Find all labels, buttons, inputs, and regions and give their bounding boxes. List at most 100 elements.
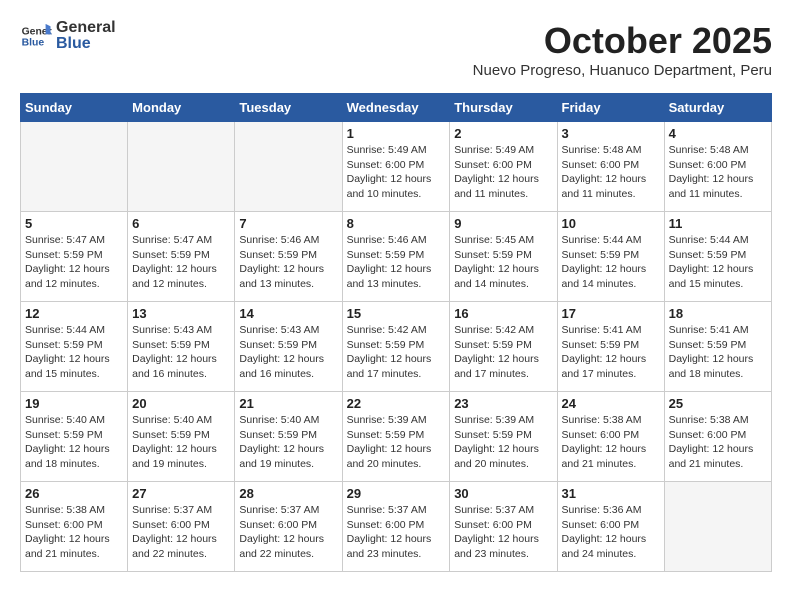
day-number: 5 xyxy=(25,216,123,231)
day-info: Sunrise: 5:36 AMSunset: 6:00 PMDaylight:… xyxy=(562,503,660,562)
calendar-cell: 22 Sunrise: 5:39 AMSunset: 5:59 PMDayligh… xyxy=(342,392,450,482)
calendar-cell xyxy=(235,122,342,212)
day-info: Sunrise: 5:37 AMSunset: 6:00 PMDaylight:… xyxy=(454,503,552,562)
day-number: 29 xyxy=(347,486,446,501)
calendar-cell xyxy=(128,122,235,212)
calendar-cell: 25Sunrise: 5:38 AMSunset: 6:00 PMDayligh… xyxy=(664,392,771,482)
day-number: 2 xyxy=(454,126,552,141)
calendar-cell: 23 Sunrise: 5:39 AMSunset: 5:59 PMDayligh… xyxy=(450,392,557,482)
calendar-cell: 28 Sunrise: 5:37 AMSunset: 6:00 PMDayligh… xyxy=(235,482,342,572)
day-info: Sunrise: 5:49 AMSunset: 6:00 PMDaylight:… xyxy=(454,143,552,202)
weekday-header-sunday: Sunday xyxy=(21,94,128,122)
day-number: 16 xyxy=(454,306,552,321)
day-info: Sunrise: 5:41 AMSunset: 5:59 PMDaylight:… xyxy=(562,323,660,382)
calendar-cell: 12 Sunrise: 5:44 AMSunset: 5:59 PMDayligh… xyxy=(21,302,128,392)
calendar-cell: 29 Sunrise: 5:37 AMSunset: 6:00 PMDayligh… xyxy=(342,482,450,572)
day-number: 28 xyxy=(239,486,337,501)
day-info: Sunrise: 5:39 AMSunset: 5:59 PMDaylight:… xyxy=(454,413,552,472)
calendar-cell: 10 Sunrise: 5:44 AMSunset: 5:59 PMDayligh… xyxy=(557,212,664,302)
month-title: October 2025 xyxy=(473,20,772,62)
day-number: 12 xyxy=(25,306,123,321)
day-number: 26 xyxy=(25,486,123,501)
calendar-cell: 21 Sunrise: 5:40 AMSunset: 5:59 PMDayligh… xyxy=(235,392,342,482)
calendar-cell: 2 Sunrise: 5:49 AMSunset: 6:00 PMDaylight… xyxy=(450,122,557,212)
day-number: 22 xyxy=(347,396,446,411)
calendar-cell xyxy=(21,122,128,212)
day-info: Sunrise: 5:48 AMSunset: 6:00 PMDaylight:… xyxy=(669,143,767,202)
logo-icon: General Blue xyxy=(20,20,52,52)
calendar-cell: 4 Sunrise: 5:48 AMSunset: 6:00 PMDaylight… xyxy=(664,122,771,212)
svg-text:Blue: Blue xyxy=(22,38,45,49)
week-row-1: 1 Sunrise: 5:49 AMSunset: 6:00 PMDaylight… xyxy=(21,122,772,212)
calendar-cell: 18 Sunrise: 5:41 AMSunset: 5:59 PMDayligh… xyxy=(664,302,771,392)
day-number: 23 xyxy=(454,396,552,411)
day-info: Sunrise: 5:41 AMSunset: 5:59 PMDaylight:… xyxy=(669,323,767,382)
day-info: Sunrise: 5:46 AMSunset: 5:59 PMDaylight:… xyxy=(239,233,337,292)
day-number: 31 xyxy=(562,486,660,501)
calendar-cell: 15Sunrise: 5:42 AMSunset: 5:59 PMDayligh… xyxy=(342,302,450,392)
day-info: Sunrise: 5:38 AMSunset: 6:00 PMDaylight:… xyxy=(669,413,767,472)
calendar-cell: 24Sunrise: 5:38 AMSunset: 6:00 PMDayligh… xyxy=(557,392,664,482)
day-number: 7 xyxy=(239,216,337,231)
day-info: Sunrise: 5:46 AMSunset: 5:59 PMDaylight:… xyxy=(347,233,446,292)
day-number: 21 xyxy=(239,396,337,411)
day-info: Sunrise: 5:38 AMSunset: 6:00 PMDaylight:… xyxy=(25,503,123,562)
week-row-5: 26 Sunrise: 5:38 AMSunset: 6:00 PMDayligh… xyxy=(21,482,772,572)
day-info: Sunrise: 5:44 AMSunset: 5:59 PMDaylight:… xyxy=(25,323,123,382)
day-number: 27 xyxy=(132,486,230,501)
day-info: Sunrise: 5:40 AMSunset: 5:59 PMDaylight:… xyxy=(25,413,123,472)
day-number: 4 xyxy=(669,126,767,141)
day-info: Sunrise: 5:44 AMSunset: 5:59 PMDaylight:… xyxy=(562,233,660,292)
day-number: 20 xyxy=(132,396,230,411)
calendar-cell: 1 Sunrise: 5:49 AMSunset: 6:00 PMDaylight… xyxy=(342,122,450,212)
day-number: 13 xyxy=(132,306,230,321)
day-info: Sunrise: 5:40 AMSunset: 5:59 PMDaylight:… xyxy=(132,413,230,472)
day-info: Sunrise: 5:43 AMSunset: 5:59 PMDaylight:… xyxy=(239,323,337,382)
day-info: Sunrise: 5:39 AMSunset: 5:59 PMDaylight:… xyxy=(347,413,446,472)
calendar-cell xyxy=(664,482,771,572)
day-number: 14 xyxy=(239,306,337,321)
day-info: Sunrise: 5:40 AMSunset: 5:59 PMDaylight:… xyxy=(239,413,337,472)
day-info: Sunrise: 5:49 AMSunset: 6:00 PMDaylight:… xyxy=(347,143,446,202)
logo-general-text: General xyxy=(56,20,116,36)
day-info: Sunrise: 5:37 AMSunset: 6:00 PMDaylight:… xyxy=(347,503,446,562)
weekday-header-tuesday: Tuesday xyxy=(235,94,342,122)
day-number: 18 xyxy=(669,306,767,321)
calendar-cell: 3Sunrise: 5:48 AMSunset: 6:00 PMDaylight… xyxy=(557,122,664,212)
day-info: Sunrise: 5:37 AMSunset: 6:00 PMDaylight:… xyxy=(132,503,230,562)
weekday-header-friday: Friday xyxy=(557,94,664,122)
day-info: Sunrise: 5:43 AMSunset: 5:59 PMDaylight:… xyxy=(132,323,230,382)
day-number: 8 xyxy=(347,216,446,231)
day-info: Sunrise: 5:48 AMSunset: 6:00 PMDaylight:… xyxy=(562,143,660,202)
day-number: 1 xyxy=(347,126,446,141)
calendar: SundayMondayTuesdayWednesdayThursdayFrid… xyxy=(20,93,772,572)
calendar-cell: 17Sunrise: 5:41 AMSunset: 5:59 PMDayligh… xyxy=(557,302,664,392)
day-info: Sunrise: 5:47 AMSunset: 5:59 PMDaylight:… xyxy=(25,233,123,292)
day-info: Sunrise: 5:44 AMSunset: 5:59 PMDaylight:… xyxy=(669,233,767,292)
day-info: Sunrise: 5:37 AMSunset: 6:00 PMDaylight:… xyxy=(239,503,337,562)
weekday-header-row: SundayMondayTuesdayWednesdayThursdayFrid… xyxy=(21,94,772,122)
weekday-header-monday: Monday xyxy=(128,94,235,122)
calendar-cell: 7 Sunrise: 5:46 AMSunset: 5:59 PMDaylight… xyxy=(235,212,342,302)
day-number: 19 xyxy=(25,396,123,411)
day-number: 11 xyxy=(669,216,767,231)
weekday-header-thursday: Thursday xyxy=(450,94,557,122)
day-info: Sunrise: 5:42 AMSunset: 5:59 PMDaylight:… xyxy=(347,323,446,382)
day-info: Sunrise: 5:38 AMSunset: 6:00 PMDaylight:… xyxy=(562,413,660,472)
day-info: Sunrise: 5:47 AMSunset: 5:59 PMDaylight:… xyxy=(132,233,230,292)
calendar-cell: 8 Sunrise: 5:46 AMSunset: 5:59 PMDaylight… xyxy=(342,212,450,302)
weekday-header-saturday: Saturday xyxy=(664,94,771,122)
calendar-cell: 20 Sunrise: 5:40 AMSunset: 5:59 PMDayligh… xyxy=(128,392,235,482)
calendar-cell: 11 Sunrise: 5:44 AMSunset: 5:59 PMDayligh… xyxy=(664,212,771,302)
logo-blue-text: Blue xyxy=(56,36,116,52)
day-info: Sunrise: 5:42 AMSunset: 5:59 PMDaylight:… xyxy=(454,323,552,382)
day-number: 30 xyxy=(454,486,552,501)
calendar-cell: 26 Sunrise: 5:38 AMSunset: 6:00 PMDayligh… xyxy=(21,482,128,572)
weekday-header-wednesday: Wednesday xyxy=(342,94,450,122)
calendar-cell: 9Sunrise: 5:45 AMSunset: 5:59 PMDaylight… xyxy=(450,212,557,302)
calendar-cell: 30 Sunrise: 5:37 AMSunset: 6:00 PMDayligh… xyxy=(450,482,557,572)
subtitle: Nuevo Progreso, Huanuco Department, Peru xyxy=(473,62,772,79)
day-number: 6 xyxy=(132,216,230,231)
day-info: Sunrise: 5:45 AMSunset: 5:59 PMDaylight:… xyxy=(454,233,552,292)
day-number: 10 xyxy=(562,216,660,231)
